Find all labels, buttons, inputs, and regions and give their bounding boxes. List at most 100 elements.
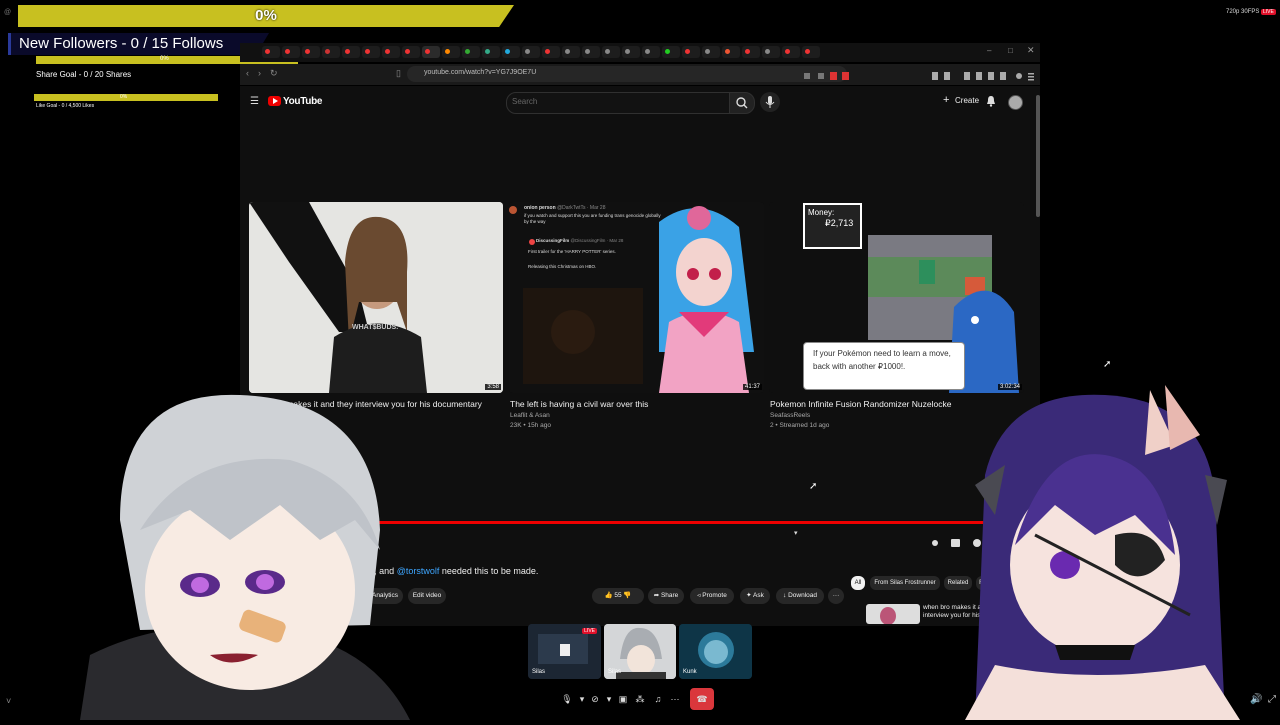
back-icon[interactable]: ‹ (246, 68, 249, 78)
browser-tab[interactable] (502, 46, 520, 58)
video-duration: 41:37 (742, 384, 762, 390)
call-tile-3[interactable]: Kunk (679, 624, 752, 679)
video-title-3[interactable]: Pokemon Infinite Fusion Randomizer Nuzel… (770, 399, 951, 409)
chevron-down-icon[interactable]: ▾ (602, 692, 616, 706)
browser-tab[interactable] (442, 46, 460, 58)
tile-label: Silas (608, 669, 622, 675)
browser-tab[interactable] (682, 46, 700, 58)
main-goal-percent: 0% (255, 7, 277, 24)
browser-tab[interactable] (742, 46, 760, 58)
call-tile-2[interactable]: Silas (604, 624, 676, 679)
forward-icon[interactable]: › (258, 68, 261, 78)
browser-tab[interactable] (782, 46, 800, 58)
browser-tab[interactable] (582, 46, 600, 58)
reload-icon[interactable]: ↻ (270, 68, 278, 79)
browser-tab[interactable] (602, 46, 620, 58)
microphone-icon (765, 96, 775, 108)
mic-button[interactable] (760, 92, 780, 112)
tweet-user: onion person @DarkTwtTs · Mar 28 (524, 205, 606, 211)
browser-tab[interactable] (382, 46, 400, 58)
browser-tab[interactable] (542, 46, 560, 58)
browser-tab[interactable] (342, 46, 360, 58)
fullscreen-icon[interactable]: ⤢ (1268, 694, 1276, 705)
browser-tab[interactable] (662, 46, 680, 58)
more-icon[interactable]: ⋯ (668, 692, 682, 706)
download-icon: ↓ (783, 592, 787, 599)
vtuber-avatar-right (965, 385, 1240, 720)
share-goal-percent: 0% (160, 56, 169, 62)
promote-button[interactable]: ◃ Promote (690, 588, 734, 604)
youtube-logo-text[interactable]: YouTube (283, 96, 323, 107)
create-button[interactable]: Create (955, 96, 979, 105)
like-dislike-button[interactable]: 👍 55 👎 (592, 588, 644, 604)
quoted-tweet-line-2: Releasing this Christmas on HBO. (528, 264, 597, 269)
like-goal-label: Like Goal - 0 / 4,500 Likes (36, 103, 95, 109)
maximize-icon[interactable]: □ (1008, 46, 1013, 55)
video-thumbnail-1[interactable]: WHAT$BUDS. 3:58 (249, 202, 503, 393)
chevron-down-icon[interactable]: ▾ (575, 692, 589, 706)
extension-icons[interactable] (804, 68, 852, 80)
browser-tab[interactable] (462, 46, 480, 58)
chip-all[interactable]: All (851, 576, 865, 590)
url-text: youtube.com/watch?v=YG7J9OE7U (424, 69, 537, 76)
screen-share-icon[interactable]: ▣ (616, 692, 630, 706)
thumbs-down-icon: 👎 (623, 592, 632, 599)
download-button[interactable]: ↓ Download (776, 588, 824, 604)
browser-tab[interactable] (562, 46, 580, 58)
call-tile-1[interactable]: LIVE Silas (528, 624, 601, 679)
browser-tab[interactable] (322, 46, 340, 58)
browser-tab[interactable] (642, 46, 660, 58)
close-icon[interactable]: ✕ (1027, 45, 1035, 56)
mouse-cursor-icon: ➚ (1103, 359, 1112, 370)
minimize-icon[interactable]: – (987, 46, 991, 55)
browser-tab[interactable] (762, 46, 780, 58)
chip-from-channel[interactable]: From Silas Frostrunner (870, 576, 940, 590)
search-button[interactable] (729, 92, 755, 114)
share-button[interactable]: ➦ Share (648, 588, 684, 604)
related-thumbnail[interactable] (866, 604, 920, 625)
video-thumbnail-2[interactable]: onion person @DarkTwtTs · Mar 28 if you … (509, 202, 764, 393)
microphone-icon[interactable]: 🎙 (560, 692, 574, 706)
browser-tab[interactable] (802, 46, 820, 58)
browser-tab[interactable] (302, 46, 320, 58)
browser-tab[interactable] (362, 46, 380, 58)
chevron-down-icon[interactable]: ˅ (6, 696, 11, 706)
browser-tab[interactable] (722, 46, 740, 58)
browser-tab[interactable] (282, 46, 300, 58)
live-badge: LIVE (1261, 9, 1276, 15)
scrubber-icon[interactable]: ▾ (794, 529, 799, 537)
search-icon (736, 97, 748, 109)
video-channel-2[interactable]: Leaflit & Asan (510, 412, 550, 419)
leave-call-button[interactable]: ☎ (690, 688, 714, 710)
share-goal-label: Share Goal - 0 / 20 Shares (36, 70, 132, 79)
ask-button[interactable]: ✦ Ask (740, 588, 770, 604)
more-actions-button[interactable]: ··· (828, 588, 844, 604)
like-count: 55 (614, 592, 622, 599)
menu-icon[interactable]: ☰ (250, 96, 259, 107)
quoted-tweet-line-1: First trailer for the 'HARRY POTTER' ser… (528, 249, 616, 254)
search-input[interactable] (506, 92, 730, 114)
activities-icon[interactable]: ⁂ (633, 692, 647, 706)
tweet-text: if you watch and support this you are fu… (524, 213, 661, 224)
browser-tab[interactable] (482, 46, 500, 58)
browser-tab[interactable] (622, 46, 640, 58)
browser-tab[interactable] (702, 46, 720, 58)
player-progress-bar[interactable] (372, 521, 992, 524)
browser-tab[interactable] (402, 46, 420, 58)
video-thumbnail-3[interactable]: Money: ₽2,713 If your Pokémon need to le… (769, 202, 1024, 393)
video-title-2[interactable]: The left is having a civil war over this (510, 399, 648, 409)
toolbar-icons[interactable] (932, 68, 1036, 81)
tile-label: Kunk (683, 669, 697, 675)
camera-off-icon[interactable]: ⊘ (588, 692, 602, 706)
soundboard-icon[interactable]: ♫ (651, 692, 665, 706)
video-channel-3[interactable]: SeafassReels (770, 412, 810, 419)
page-scrollbar[interactable] (1036, 95, 1040, 217)
browser-tab-active[interactable] (422, 46, 440, 58)
browser-tab[interactable] (522, 46, 540, 58)
account-avatar[interactable] (1008, 95, 1023, 110)
browser-tab[interactable] (262, 46, 280, 58)
thumbs-up-icon: 👍 (604, 592, 613, 599)
bookmark-icon[interactable]: ▯ (396, 68, 401, 79)
volume-icon[interactable]: 🔊 (1250, 694, 1262, 705)
notifications-icon[interactable] (986, 95, 996, 110)
